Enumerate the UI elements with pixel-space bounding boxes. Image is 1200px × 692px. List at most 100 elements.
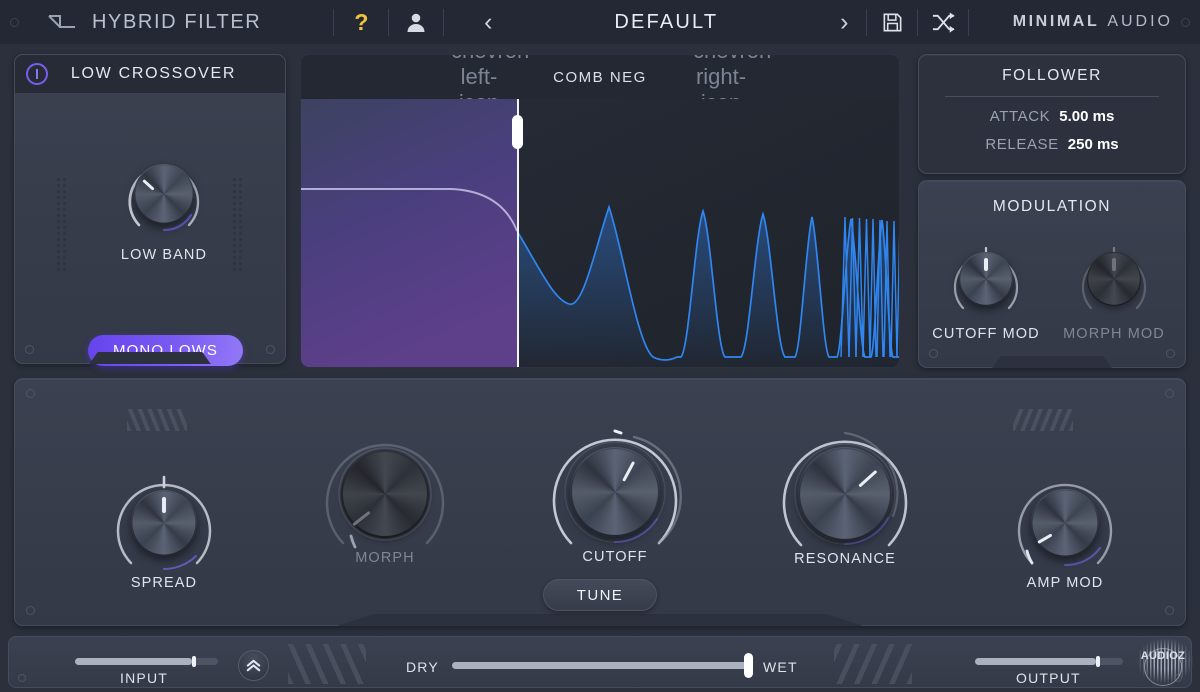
panel-notch	[89, 352, 211, 364]
audioz-watermark: AUDIOZ	[1130, 632, 1196, 690]
low-crossover-title: LOW CROSSOVER	[70, 65, 237, 82]
output-slider-fill	[975, 658, 1097, 665]
panel-notch	[336, 614, 864, 626]
save-floppy-icon[interactable]	[867, 11, 917, 34]
output-slider-handle[interactable]	[1096, 656, 1101, 667]
attack-value[interactable]: 5.00 ms	[1059, 108, 1114, 125]
follower-title: FOLLOWER	[1002, 67, 1102, 84]
release-label: RELEASE	[985, 136, 1059, 153]
modulation-title: MODULATION	[992, 198, 1112, 215]
watermark-text: AUDIOZ	[1140, 650, 1186, 662]
decorative-hatch-right	[1013, 409, 1073, 431]
panel-notch	[992, 356, 1112, 368]
dry-wet-slider-handle[interactable]	[744, 653, 753, 678]
decorative-hatch-left	[127, 409, 187, 431]
knob-cutoff[interactable]: CUTOFF	[542, 419, 688, 565]
input-label: INPUT	[120, 670, 168, 686]
knob-dial-texture	[798, 447, 892, 541]
preset-name[interactable]: DEFAULT	[510, 11, 822, 34]
decorative-screw	[25, 345, 34, 354]
decorative-screw	[1165, 389, 1174, 398]
knob-morph[interactable]: MORPH	[315, 424, 455, 566]
attack-label: ATTACK	[989, 108, 1051, 125]
decorative-screw	[1165, 606, 1174, 615]
wet-label: WET	[763, 659, 798, 675]
low-crossover-panel: LOW CROSSOVER LOW BAND MONO LOWS	[14, 54, 286, 366]
knob-body	[341, 450, 429, 538]
knob-body	[134, 164, 194, 224]
input-slider-handle[interactable]	[192, 656, 197, 667]
grille-dots-left	[57, 175, 72, 271]
double-chevron-up-icon[interactable]	[238, 650, 269, 681]
brand-minimal: MINIMAL	[1012, 13, 1100, 30]
input-slider[interactable]	[75, 656, 218, 667]
decorative-screw	[929, 349, 938, 358]
decorative-screw	[18, 674, 26, 682]
knob-body	[798, 447, 892, 541]
knob-spread[interactable]: SPREAD	[106, 465, 222, 591]
decorative-screw	[1166, 349, 1175, 358]
filter-curve-svg	[301, 99, 899, 367]
output-slider[interactable]	[975, 656, 1123, 667]
decorative-screw	[266, 345, 275, 354]
divider	[945, 96, 1159, 97]
knob-low-band[interactable]: LOW BAND	[117, 147, 211, 263]
follower-attack-row[interactable]: ATTACK 5.00 ms	[919, 108, 1185, 125]
knob-pointer	[984, 257, 988, 271]
help-button[interactable]: ?	[334, 9, 388, 36]
knob-label-morph: MORPH	[355, 550, 415, 566]
knob-pointer	[162, 497, 166, 514]
filter-response-graph[interactable]	[301, 99, 899, 367]
input-slider-fill	[75, 658, 193, 665]
knob-label-low-band: LOW BAND	[120, 247, 208, 263]
divider	[968, 8, 970, 36]
decorative-screw	[26, 389, 35, 398]
knob-cutoff-mod[interactable]: CUTOFF MOD	[932, 236, 1039, 342]
knob-label-spread: SPREAD	[130, 575, 198, 591]
knob-label-morph-mod: MORPH MOD	[1063, 326, 1165, 342]
knob-morph-mod[interactable]: MORPH MOD	[1063, 236, 1164, 342]
follower-release-row[interactable]: RELEASE 250 ms	[919, 136, 1185, 153]
shuffle-randomize-icon[interactable]	[918, 11, 968, 34]
knob-resonance[interactable]: RESONANCE	[772, 421, 918, 567]
top-bar: HYBRID FILTER ? ‹ DEFAULT › MINIMAL AUDI…	[0, 0, 1200, 44]
crossover-split-handle[interactable]	[512, 115, 523, 149]
knob-body	[1031, 489, 1099, 557]
filter-type-selector: chevron-left-icon COMB NEG chevron-right…	[301, 55, 899, 115]
knob-dial-texture	[570, 447, 660, 537]
low-crossover-header: LOW CROSSOVER	[15, 55, 285, 93]
preset-prev-button[interactable]: ‹	[466, 9, 510, 35]
user-account-icon[interactable]	[389, 10, 443, 34]
decorative-hatch-bottom-left	[288, 644, 366, 684]
dry-label: DRY	[406, 659, 439, 675]
knob-body	[959, 252, 1013, 306]
knob-amp-mod[interactable]: AMP MOD	[1007, 465, 1123, 591]
knob-body	[131, 490, 197, 556]
preset-next-button[interactable]: ›	[822, 9, 866, 35]
filter-curve-icon	[46, 12, 78, 32]
release-value[interactable]: 250 ms	[1068, 136, 1119, 153]
knob-pointer	[1112, 257, 1116, 271]
brand-logo: MINIMAL AUDIO	[1013, 13, 1173, 31]
filter-type-name[interactable]: COMB NEG	[507, 69, 693, 86]
decorative-screw	[26, 606, 35, 615]
knob-dial-texture	[134, 164, 194, 224]
filter-display-panel: chevron-left-icon COMB NEG chevron-right…	[300, 54, 900, 368]
follower-panel: FOLLOWER ATTACK 5.00 ms RELEASE 250 ms	[918, 54, 1186, 174]
preset-browser: ‹ DEFAULT ›	[466, 9, 866, 35]
knob-label-resonance: RESONANCE	[794, 551, 896, 567]
knob-dial-texture	[1031, 489, 1099, 557]
brand-audio: AUDIO	[1107, 13, 1173, 30]
divider	[443, 8, 445, 36]
decorative-screw	[1181, 17, 1190, 27]
dry-wet-slider-fill	[452, 662, 748, 669]
power-toggle-icon[interactable]	[26, 63, 48, 85]
decorative-screw	[10, 17, 19, 27]
knob-label-amp-mod: AMP MOD	[1026, 575, 1104, 591]
dry-wet-slider[interactable]	[452, 653, 753, 678]
modulation-panel: MODULATION CUTOFF MOD MORPH MOD	[918, 180, 1186, 368]
output-label: OUTPUT	[1016, 670, 1081, 686]
knob-body	[570, 447, 660, 537]
knob-body	[1087, 252, 1141, 306]
tune-button[interactable]: TUNE	[543, 579, 657, 611]
